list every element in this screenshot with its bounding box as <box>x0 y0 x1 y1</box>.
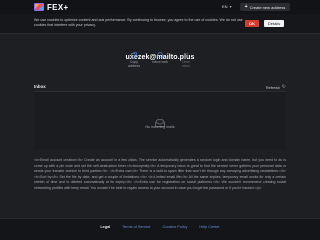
cookie-banner: We use cookies to optimize content and a… <box>0 14 320 34</box>
cookies-policy-link[interactable]: Cookies Policy <box>163 225 188 229</box>
empty-inbox: No incoming mails <box>34 114 286 129</box>
plus-icon: + <box>244 4 248 10</box>
service-description: <h>Email account creation</h> Create an … <box>34 158 286 190</box>
refresh-button[interactable]: Refresh ↻ <box>266 84 286 90</box>
empty-mailbox-icon <box>155 114 165 127</box>
clear-icon <box>183 52 189 58</box>
logo-text: FEX+ <box>47 2 69 12</box>
refresh-label: Refresh <box>265 84 280 90</box>
logo[interactable]: FEX+ <box>34 3 68 12</box>
inbox-icon <box>157 52 163 58</box>
help-center-link[interactable]: Help Center <box>199 225 219 229</box>
copy-icon <box>131 52 137 58</box>
clear-inbox-label: Clear inbox <box>181 60 191 68</box>
copy-address-button[interactable]: Copy address <box>126 52 142 68</box>
inbox-list: No incoming mails <box>34 92 286 150</box>
cookie-details-button[interactable]: Details <box>264 20 284 27</box>
footer-links: Legal Terms of Service Cookies Policy He… <box>0 225 320 229</box>
create-address-label: Create new address <box>249 4 286 10</box>
terms-link[interactable]: Terms of Service <box>122 225 150 229</box>
chevron-down-icon: ▾ <box>229 4 232 9</box>
footer: Legal Terms of Service Cookies Policy He… <box>0 218 320 240</box>
top-bar: FEX+ EN ▾ + Create new address <box>0 0 320 14</box>
language-label: EN <box>222 4 228 9</box>
refresh-icon: ↻ <box>281 84 286 90</box>
copy-address-label: Copy address <box>127 60 141 68</box>
email-actions: Copy address Inbox web Clear inbox <box>0 52 320 68</box>
inbox-title: Inbox <box>34 84 46 89</box>
create-address-button[interactable]: + Create new address <box>240 3 290 11</box>
language-selector[interactable]: EN ▾ <box>222 4 232 9</box>
inbox-web-label: Inbox web <box>152 60 168 64</box>
cookie-text: We use cookies to optimize content and a… <box>34 18 243 27</box>
inbox-web-button[interactable]: Inbox web <box>152 52 168 68</box>
clear-inbox-button[interactable]: Clear inbox <box>178 52 194 68</box>
empty-inbox-text: No incoming mails <box>145 125 175 129</box>
footer-legal-label: Legal <box>100 225 111 229</box>
inbox-header: Inbox Refresh ↻ <box>34 82 286 92</box>
cookie-ok-button[interactable]: OK <box>245 20 259 27</box>
logo-icon <box>34 3 44 11</box>
